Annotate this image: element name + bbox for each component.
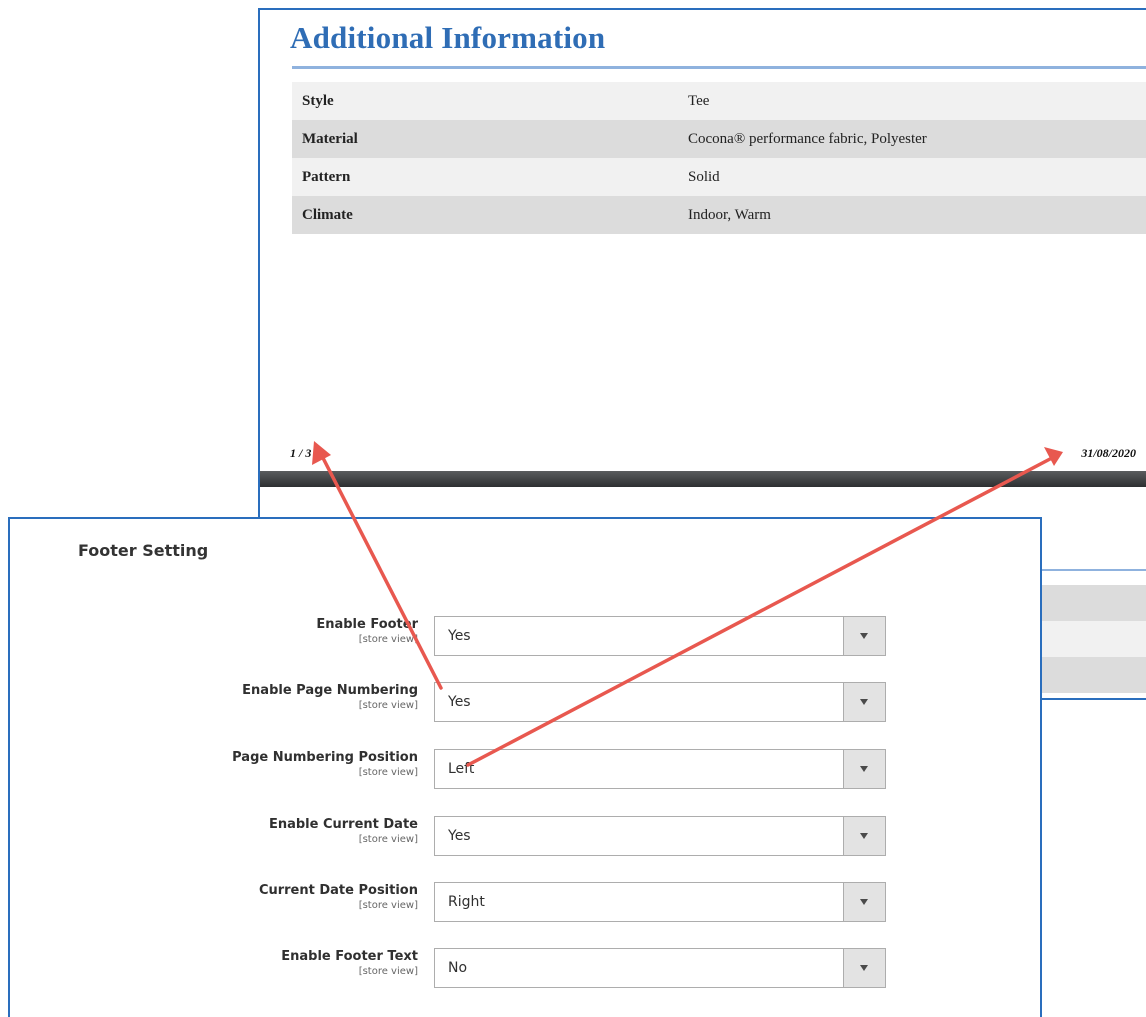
- table-row: Climate Indoor, Warm: [292, 196, 1146, 234]
- scope-label: [store view]: [358, 767, 418, 778]
- attribute-label: Material: [292, 120, 678, 158]
- additional-information-table: Style Tee Material Cocona® performance f…: [292, 82, 1146, 234]
- field-enable-page-numbering: Enable Page Numbering [store view] Yes: [10, 682, 1040, 724]
- field-page-numbering-position: Page Numbering Position [store view] Lef…: [10, 749, 1040, 791]
- attribute-value: Tee: [678, 82, 1146, 120]
- field-enable-current-date: Enable Current Date [store view] Yes: [10, 816, 1040, 858]
- attribute-label: Style: [292, 82, 678, 120]
- select-value: No: [448, 960, 468, 976]
- field-label-group: Page Numbering Position [store view]: [232, 749, 418, 779]
- table-row: Style Tee: [292, 82, 1146, 120]
- chevron-down-icon[interactable]: [843, 750, 885, 788]
- field-label-group: Enable Footer Text [store view]: [281, 948, 418, 978]
- pdf-next-page-row: [1042, 657, 1146, 693]
- pdf-next-page-row: [1042, 621, 1146, 657]
- field-label: Current Date Position: [258, 883, 418, 898]
- pdf-next-page-divider: [1042, 569, 1146, 571]
- field-label-group: Enable Footer [store view]: [316, 616, 418, 646]
- field-enable-footer-text: Enable Footer Text [store view] No: [10, 948, 1040, 990]
- field-label-group: Current Date Position [store view]: [259, 882, 418, 912]
- pdf-panel-bottom-border: [1042, 698, 1146, 700]
- enable-current-date-select[interactable]: Yes: [434, 816, 886, 856]
- scope-label: [store view]: [358, 634, 418, 645]
- scope-label: [store view]: [358, 834, 418, 845]
- field-label-group: Enable Current Date [store view]: [269, 816, 418, 846]
- scope-label: [store view]: [358, 700, 418, 711]
- section-title: Footer Setting: [78, 541, 209, 560]
- pdf-page-number: 1 / 3: [290, 446, 312, 460]
- attribute-label: Pattern: [292, 158, 678, 196]
- pdf-title: Additional Information: [290, 20, 606, 55]
- pdf-title-divider: [292, 66, 1146, 69]
- attribute-value: Cocona® performance fabric, Polyester: [678, 120, 1146, 158]
- select-value: Yes: [448, 828, 471, 844]
- enable-footer-select[interactable]: Yes: [434, 616, 886, 656]
- scope-label: [store view]: [358, 966, 418, 977]
- chevron-down-icon[interactable]: [843, 949, 885, 987]
- enable-footer-text-select[interactable]: No: [434, 948, 886, 988]
- field-label: Enable Current Date: [268, 817, 418, 832]
- select-value: Right: [448, 894, 485, 910]
- enable-page-numbering-select[interactable]: Yes: [434, 682, 886, 722]
- current-date-position-select[interactable]: Right: [434, 882, 886, 922]
- chevron-down-icon[interactable]: [843, 617, 885, 655]
- pdf-page-break-bar: [260, 471, 1146, 487]
- table-row: Pattern Solid: [292, 158, 1146, 196]
- field-label: Enable Page Numbering: [242, 683, 418, 698]
- field-label: Page Numbering Position: [232, 750, 418, 765]
- attribute-value: Solid: [678, 158, 1146, 196]
- chevron-down-icon[interactable]: [843, 683, 885, 721]
- pdf-current-date: 31/08/2020: [1081, 446, 1136, 460]
- pdf-next-page-row: [1042, 585, 1146, 621]
- field-label-group: Enable Page Numbering [store view]: [242, 682, 418, 712]
- select-value: Yes: [448, 628, 471, 644]
- chevron-down-icon[interactable]: [843, 817, 885, 855]
- footer-setting-panel: Footer Setting Enable Footer [store view…: [8, 517, 1042, 1017]
- field-enable-footer: Enable Footer [store view] Yes: [10, 616, 1040, 658]
- select-value: Left: [448, 761, 475, 777]
- table-row: Material Cocona® performance fabric, Pol…: [292, 120, 1146, 158]
- field-label: Enable Footer Text: [281, 949, 418, 964]
- page-numbering-position-select[interactable]: Left: [434, 749, 886, 789]
- attribute-label: Climate: [292, 196, 678, 234]
- attribute-value: Indoor, Warm: [678, 196, 1146, 234]
- field-current-date-position: Current Date Position [store view] Right: [10, 882, 1040, 924]
- chevron-down-icon[interactable]: [843, 883, 885, 921]
- scope-label: [store view]: [358, 900, 418, 911]
- select-value: Yes: [448, 694, 471, 710]
- field-label: Enable Footer: [316, 617, 418, 632]
